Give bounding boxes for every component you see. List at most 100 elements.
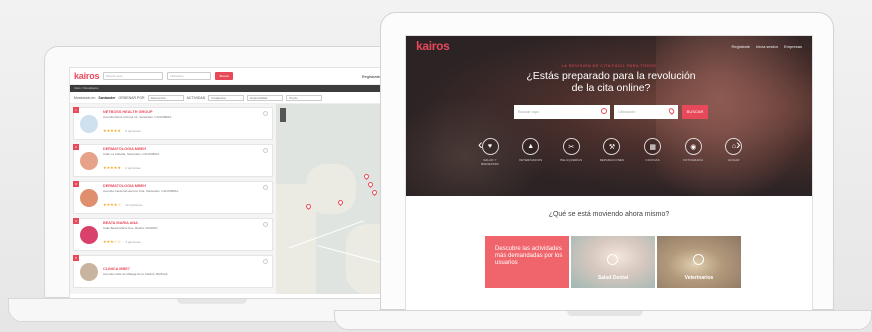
review-count: 5 opiniones bbox=[125, 129, 141, 133]
hero-search-placeholder: Buscar aquí bbox=[518, 109, 540, 114]
hero-kicker: LA REVISIÓN DE CITA FÁCIL PARA TODOS bbox=[561, 63, 657, 68]
hero-location-placeholder: Ubicación bbox=[618, 109, 636, 114]
promo-tile[interactable]: Descubre las actividades más demandadas … bbox=[485, 236, 569, 288]
dental-tile[interactable]: Salud Dental bbox=[571, 236, 655, 288]
filter-bar: Mostrando en Santander ORDENAR POR Relev… bbox=[70, 92, 410, 104]
favorite-icon[interactable] bbox=[263, 259, 268, 264]
result-card[interactable]: 5 CLINICA MBE7 Avenida Calle de Málaga Dor… bbox=[73, 255, 273, 288]
breadcrumb: Inicio / Resultados bbox=[70, 85, 410, 92]
category-label: COCINAS bbox=[645, 158, 660, 162]
map-pin[interactable] bbox=[370, 188, 379, 197]
back-location-input[interactable]: Ubicación bbox=[167, 72, 212, 80]
result-thumbnail bbox=[80, 225, 98, 244]
hero-search-input[interactable]: Buscar aquí bbox=[514, 105, 610, 119]
tooth-icon bbox=[607, 254, 618, 265]
result-card[interactable]: 4 BEATA MARIA ANA Calle Beata María Ana, M… bbox=[73, 218, 273, 251]
category-icon: ◉ bbox=[684, 138, 702, 155]
back-search-input[interactable]: Buscar aquí bbox=[103, 72, 164, 80]
category-item[interactable]: ◉ FOTOGRAFÍA bbox=[679, 138, 707, 166]
chevron-right-icon[interactable]: › bbox=[736, 136, 741, 152]
filter-activity-select[interactable]: Cualquiera bbox=[208, 94, 245, 101]
result-info: NETBOSS HEALTH GROUP Avenida Reina Victor… bbox=[103, 110, 171, 137]
review-count: 3 opiniones bbox=[125, 240, 141, 244]
filter-activity-label: ACTIVIDAD bbox=[186, 95, 206, 100]
result-thumbnail bbox=[80, 151, 98, 170]
favorite-icon[interactable] bbox=[263, 222, 268, 227]
category-item[interactable]: ⚒ REPARACIONES bbox=[598, 138, 626, 166]
category-label: FOTOGRAFÍA bbox=[683, 158, 704, 162]
front-laptop-screen: kairos Regístrate Inicia sesión Empresas… bbox=[405, 35, 813, 311]
result-number: 3 bbox=[73, 181, 79, 187]
hero-location-input[interactable]: Ubicación bbox=[614, 105, 678, 119]
result-number: 1 bbox=[73, 107, 79, 113]
nav-business-link[interactable]: Empresas bbox=[784, 44, 802, 49]
star-rating: ★★★★★ bbox=[103, 165, 121, 170]
category-carousel: ♥ SALUD Y BIENESTAR ▲ VETERINARIOS ✂ PELUQUER… bbox=[476, 138, 748, 166]
result-number: 5 bbox=[73, 255, 79, 261]
category-item[interactable]: ▲ VETERINARIOS bbox=[517, 138, 545, 166]
category-item[interactable]: ✂ PELUQUERÍAS bbox=[557, 138, 585, 166]
category-label: REPARACIONES bbox=[599, 158, 625, 162]
front-laptop: kairos Regístrate Inicia sesión Empresas… bbox=[380, 12, 834, 311]
hero-headline: ¿Estás preparado para la revolución de l… bbox=[526, 70, 696, 94]
map-pin[interactable] bbox=[366, 180, 375, 189]
filter-price-select[interactable]: Precio bbox=[286, 94, 323, 101]
filter-specialty-select[interactable]: Especialidad bbox=[247, 94, 284, 101]
filter-place: Santander bbox=[98, 95, 116, 100]
favorite-icon[interactable] bbox=[263, 111, 268, 116]
hero-search: Buscar aquí Ubicación BUSCAR bbox=[514, 105, 708, 119]
category-label: HOGAR bbox=[728, 158, 740, 162]
front-nav: kairos Regístrate Inicia sesión Empresas bbox=[406, 36, 812, 56]
category-icon: ▲ bbox=[522, 138, 540, 155]
result-address: Avenida Calle de Málaga Dora, Madrid, BI… bbox=[103, 272, 168, 276]
favorite-icon[interactable] bbox=[263, 148, 268, 153]
front-laptop-base bbox=[334, 310, 872, 330]
paw-icon bbox=[693, 254, 704, 265]
back-search-button[interactable]: Buscar bbox=[215, 72, 234, 80]
front-laptop-notch bbox=[567, 311, 643, 316]
filter-intro: Mostrando en bbox=[74, 95, 96, 100]
result-info: DERMATOLOGIA MBEH Calle La Cabada, Santan… bbox=[103, 147, 159, 174]
nav-register-link[interactable]: Regístrate bbox=[732, 44, 750, 49]
favorite-icon[interactable] bbox=[263, 185, 268, 190]
result-info: CLINICA MBE7 Avenida Calle de Málaga Dora… bbox=[103, 267, 168, 276]
category-item[interactable]: ⌂ HOGAR bbox=[720, 138, 748, 166]
category-label: SALUD Y BIENESTAR bbox=[481, 158, 499, 166]
category-item[interactable]: ♥ SALUD Y BIENESTAR bbox=[476, 138, 504, 166]
back-logo[interactable]: kairos bbox=[74, 71, 100, 81]
category-icon: ✂ bbox=[562, 138, 580, 155]
nav-login-link[interactable]: Inicia sesión bbox=[756, 44, 778, 49]
front-logo[interactable]: kairos bbox=[416, 39, 450, 53]
dental-tile-caption: Salud Dental bbox=[597, 275, 629, 281]
map-pin[interactable] bbox=[362, 172, 371, 181]
hero-search-button[interactable]: BUSCAR bbox=[682, 105, 708, 119]
review-count: 12 opiniones bbox=[125, 203, 143, 207]
review-count: 2 opiniones bbox=[125, 166, 141, 170]
category-label: VETERINARIOS bbox=[519, 158, 543, 162]
category-item[interactable]: ▦ COCINAS bbox=[639, 138, 667, 166]
back-laptop-screen: kairos Buscar aquí Ubicación Buscar Regi… bbox=[69, 67, 411, 299]
search-icon bbox=[601, 108, 607, 114]
front-nav-links: Regístrate Inicia sesión Empresas bbox=[732, 44, 802, 49]
result-thumbnail bbox=[80, 188, 98, 207]
category-icon: ♥ bbox=[481, 138, 499, 155]
results-list: 1 NETBOSS HEALTH GROUP Avenida Reina Victo… bbox=[70, 104, 276, 294]
category-icon: ⚒ bbox=[603, 138, 621, 155]
back-laptop: kairos Buscar aquí Ubicación Buscar Regi… bbox=[44, 46, 430, 299]
feature-tiles: Descubre las actividades más demandadas … bbox=[485, 236, 741, 288]
star-rating: ★★★★★ bbox=[103, 128, 121, 133]
result-card[interactable]: 1 NETBOSS HEALTH GROUP Avenida Reina Victo… bbox=[73, 107, 273, 140]
category-label: PELUQUERÍAS bbox=[560, 158, 583, 162]
back-register-link[interactable]: Registrate bbox=[362, 74, 380, 79]
result-card[interactable]: 3 DERMATOLOGIA MBEH Avenida Cardenal Herre… bbox=[73, 181, 273, 214]
result-number: 2 bbox=[73, 144, 79, 150]
vet-tile[interactable]: Veterinarios bbox=[657, 236, 741, 288]
back-header: kairos Buscar aquí Ubicación Buscar Regi… bbox=[70, 68, 410, 85]
map-zoom-control[interactable] bbox=[280, 108, 286, 122]
filter-order-select[interactable]: Relevancia bbox=[147, 94, 184, 101]
result-card[interactable]: 2 DERMATOLOGIA MBEH Calle La Cabada, Santa… bbox=[73, 144, 273, 177]
result-info: BEATA MARIA ANA Calle Beata María Ana, Ma… bbox=[103, 221, 157, 248]
result-thumbnail bbox=[80, 114, 98, 133]
result-info: DERMATOLOGIA MBEH Avenida Cardenal Herrer… bbox=[103, 184, 178, 211]
category-icon: ▦ bbox=[644, 138, 662, 155]
